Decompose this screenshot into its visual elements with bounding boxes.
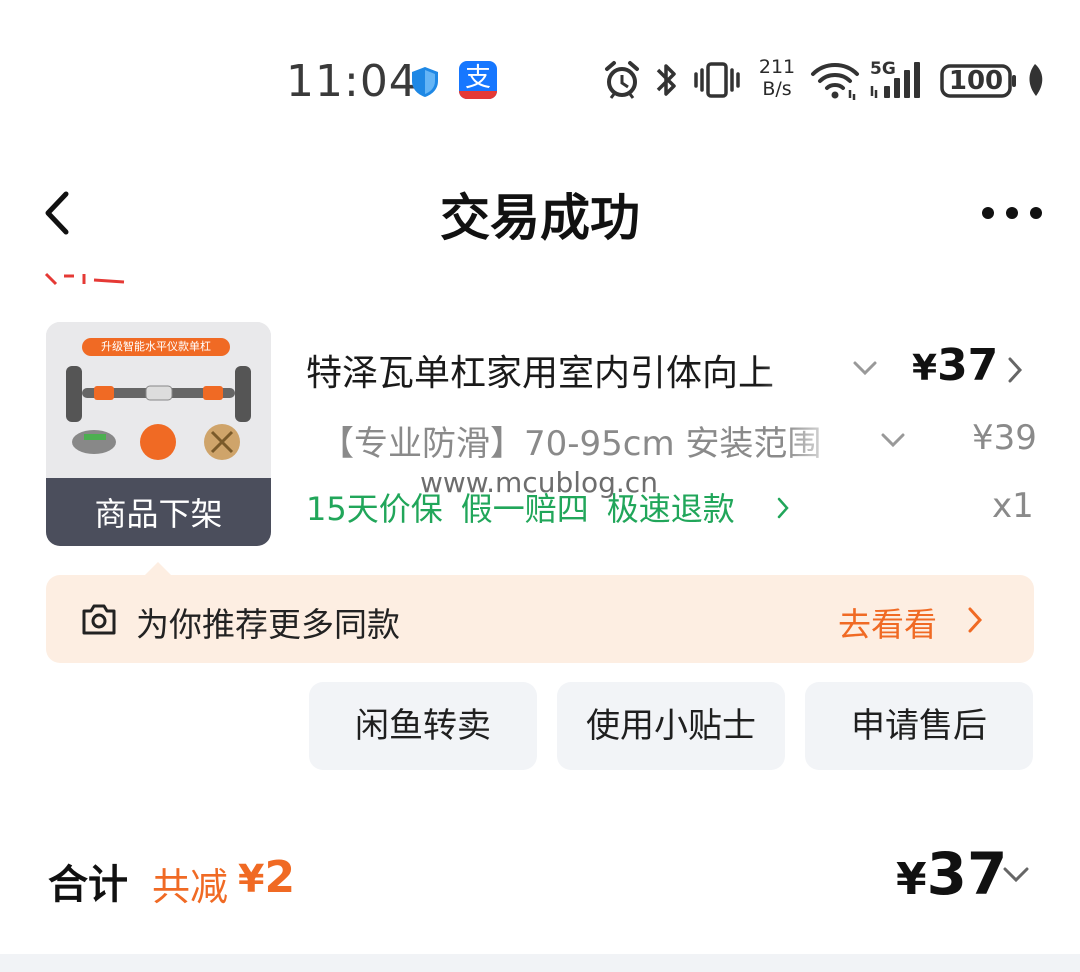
recommend-pointer — [144, 562, 172, 576]
total-price[interactable]: ¥37 — [896, 840, 1007, 908]
alipay-strip — [459, 91, 497, 99]
total-discount-amount: ¥2 — [238, 852, 295, 903]
product-price-value: 37 — [937, 340, 999, 391]
camera-icon — [82, 604, 116, 635]
chevron-right-icon[interactable] — [776, 496, 790, 520]
total-discount-label: 共减 — [152, 865, 229, 909]
wifi-icon — [811, 63, 859, 100]
product-image[interactable]: 升级智能水平仪款单杠 商品下架 — [46, 322, 271, 546]
recommend-link[interactable]: 去看看 — [838, 598, 937, 646]
alipay-glyph: 支 — [464, 63, 491, 93]
more-icon[interactable] — [980, 204, 1044, 222]
chevron-down-icon[interactable] — [1002, 866, 1030, 884]
alarm-icon — [605, 61, 639, 99]
delisted-badge: 商品下架 — [46, 478, 271, 546]
signal-label: 5G — [870, 59, 896, 79]
discount-value: 2 — [264, 852, 296, 903]
product-image-banner: 升级智能水平仪款单杠 — [82, 338, 230, 356]
watermark: www.mcublog.cn — [420, 466, 658, 499]
total-price-symbol: ¥ — [896, 854, 927, 905]
net-speed-value: 211 — [758, 56, 796, 78]
chevron-down-icon[interactable] — [880, 432, 906, 448]
leaf-icon — [1029, 64, 1043, 96]
status-bar: 11:04 支 211 B/s 5G 100 — [0, 40, 1080, 120]
product-quantity: x1 — [992, 486, 1034, 526]
discount-symbol: ¥ — [238, 857, 265, 901]
shield-icon — [412, 67, 438, 97]
battery-level: 100 — [948, 66, 1004, 96]
shop-name-fragment — [44, 272, 125, 286]
total-label: 合计 — [48, 862, 128, 908]
product-sku[interactable]: 【专业防滑】70-95cm 安装范围 — [320, 416, 840, 464]
product-sku-fade — [784, 412, 844, 466]
product-title-fade — [760, 340, 830, 394]
usage-tips-button[interactable]: 使用小贴士 — [557, 682, 785, 770]
product-price-symbol: ¥ — [912, 348, 938, 389]
net-speed-unit: B/s — [762, 78, 792, 100]
chevron-right-icon[interactable] — [966, 606, 984, 634]
net-speed: 211 B/s — [756, 56, 798, 100]
bottom-divider — [0, 954, 1080, 972]
after-sale-button[interactable]: 申请售后 — [805, 682, 1033, 770]
resell-button[interactable]: 闲鱼转卖 — [309, 682, 537, 770]
recommend-text: 为你推荐更多同款 — [136, 605, 400, 644]
chevron-right-icon[interactable] — [1006, 356, 1024, 384]
original-price: ¥39 — [972, 418, 1037, 458]
chevron-down-icon[interactable] — [852, 360, 878, 376]
alipay-icon: 支 — [459, 61, 497, 99]
signal-icon: 5G — [870, 59, 920, 98]
status-time: 11:04 — [286, 56, 418, 107]
page-title: 交易成功 — [440, 189, 640, 247]
total-price-value: 37 — [926, 840, 1008, 908]
product-price: ¥37 — [912, 340, 998, 391]
bluetooth-icon — [656, 64, 676, 96]
vibrate-icon — [694, 62, 740, 98]
product-title[interactable]: 特泽瓦单杠家用室内引体向上 — [306, 344, 826, 394]
